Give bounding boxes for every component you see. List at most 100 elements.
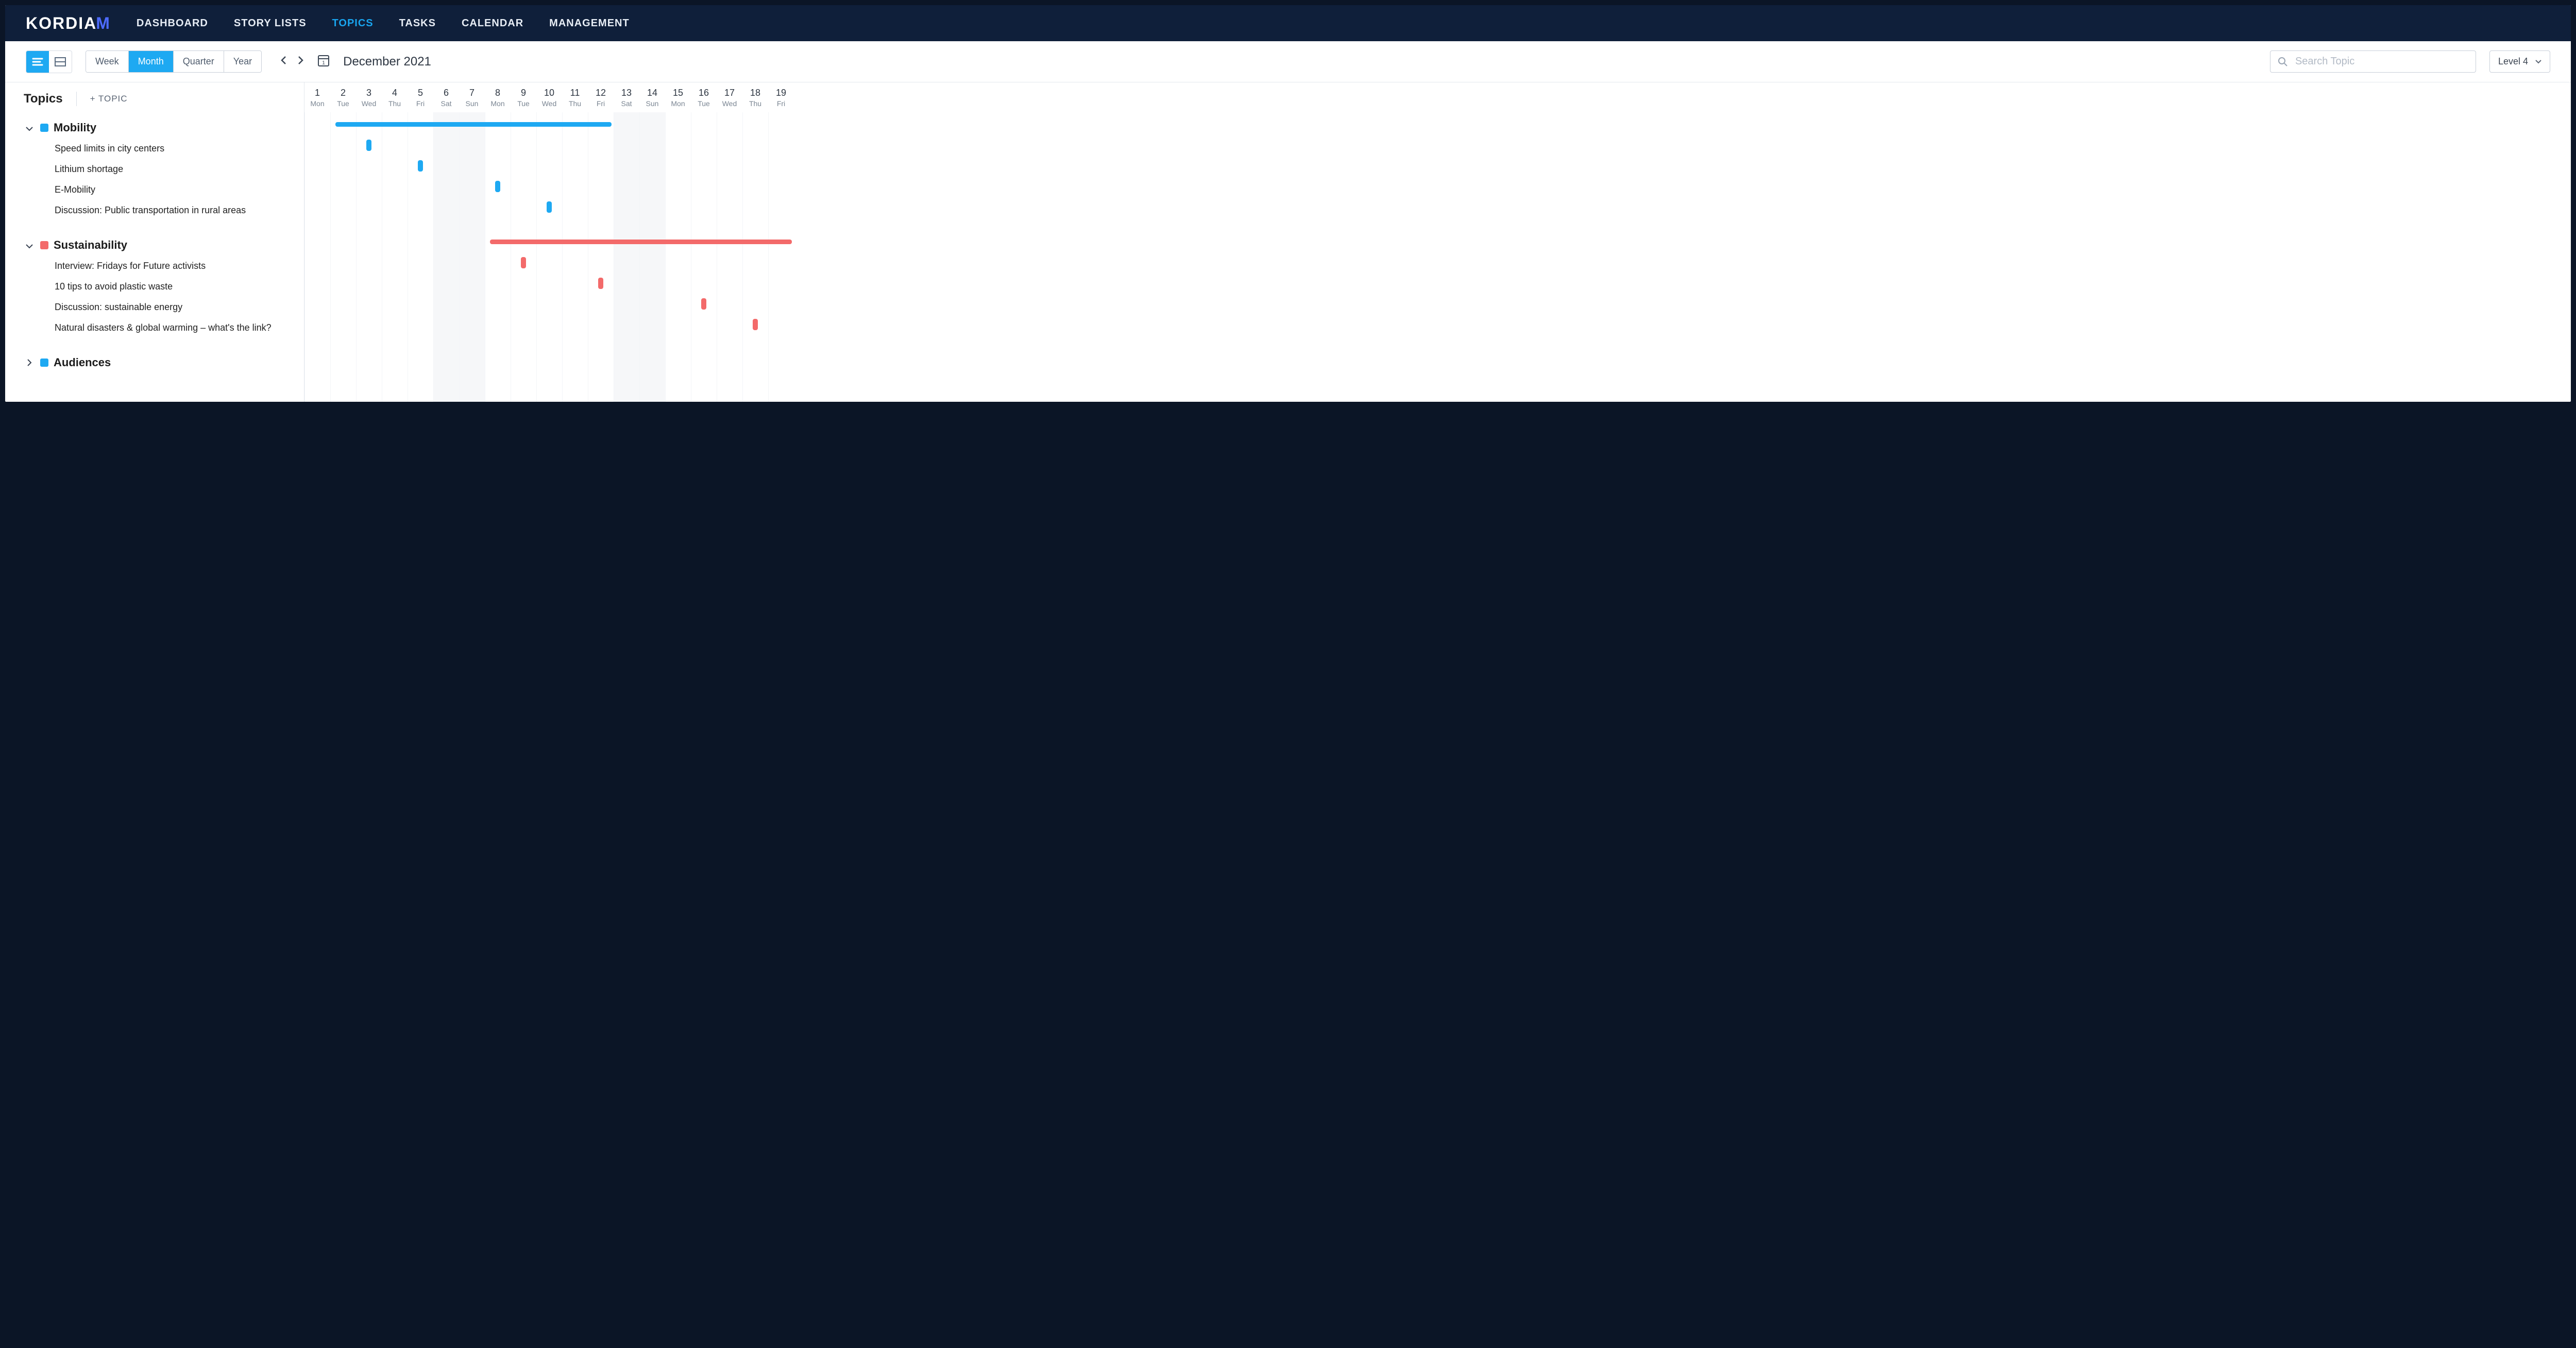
topic-pill[interactable] bbox=[701, 298, 706, 310]
timeline-row bbox=[304, 114, 2571, 135]
timeline: 1Mon2Tue3Wed4Thu5Fri6Sat7Sun8Mon9Tue10We… bbox=[304, 82, 2571, 402]
brand-text-main: KORDIA bbox=[26, 14, 97, 33]
group-color-swatch bbox=[40, 241, 48, 249]
svg-text:1: 1 bbox=[322, 60, 325, 66]
chevron-down-icon bbox=[2535, 60, 2541, 64]
nav-item-story-lists[interactable]: STORY LISTS bbox=[234, 18, 307, 29]
nav-item-dashboard[interactable]: DASHBOARD bbox=[137, 18, 208, 29]
range-week-button[interactable]: Week bbox=[86, 51, 129, 72]
nav-item-topics[interactable]: TOPICS bbox=[332, 18, 374, 29]
topic-sidebar: Topics + TOPIC MobilitySpeed limits in c… bbox=[5, 82, 304, 402]
date-range-toggle: WeekMonthQuarterYear bbox=[86, 50, 262, 73]
range-quarter-button[interactable]: Quarter bbox=[174, 51, 224, 72]
timeline-row bbox=[304, 232, 2571, 252]
view-mode-toggle bbox=[26, 50, 72, 73]
day-number: 17 bbox=[717, 88, 742, 98]
nav-item-tasks[interactable]: TASKS bbox=[399, 18, 436, 29]
search-input[interactable] bbox=[2294, 55, 2468, 68]
timeline-header: 1Mon2Tue3Wed4Thu5Fri6Sat7Sun8Mon9Tue10We… bbox=[304, 82, 2571, 112]
prev-period-button[interactable] bbox=[280, 56, 286, 68]
chevron-left-icon bbox=[280, 56, 286, 65]
topic-pill[interactable] bbox=[753, 319, 758, 330]
timeline-row bbox=[304, 156, 2571, 176]
sidebar-title: Topics bbox=[24, 92, 63, 106]
topic-pill[interactable] bbox=[547, 201, 552, 213]
day-name: Mon bbox=[665, 99, 691, 108]
group-name: Audiences bbox=[54, 356, 111, 369]
day-number: 14 bbox=[639, 88, 665, 98]
day-name: Tue bbox=[511, 99, 536, 108]
nav-item-management[interactable]: MANAGEMENT bbox=[549, 18, 630, 29]
next-period-button[interactable] bbox=[298, 56, 304, 68]
view-mode-list-button[interactable] bbox=[26, 51, 49, 73]
topic-row[interactable]: Discussion: Public transportation in rur… bbox=[24, 200, 294, 220]
day-name: Fri bbox=[588, 99, 614, 108]
list-icon bbox=[32, 57, 43, 66]
topic-row[interactable]: Natural disasters & global warming – wha… bbox=[24, 317, 294, 338]
day-name: Sat bbox=[614, 99, 639, 108]
range-month-button[interactable]: Month bbox=[129, 51, 174, 72]
topic-row[interactable]: Lithium shortage bbox=[24, 159, 294, 179]
topic-row[interactable]: 10 tips to avoid plastic waste bbox=[24, 276, 294, 297]
day-number: 9 bbox=[511, 88, 536, 98]
topic-pill[interactable] bbox=[598, 278, 603, 289]
topic-group-header[interactable]: Sustainability bbox=[24, 235, 294, 255]
topic-row[interactable]: Interview: Fridays for Future activists bbox=[24, 255, 294, 276]
chevron-down-icon bbox=[24, 121, 35, 134]
day-name: Mon bbox=[304, 99, 330, 108]
brand-logo: KORDIAM bbox=[26, 14, 111, 33]
timeline-day-header: 19Fri bbox=[768, 82, 794, 112]
nav-item-calendar[interactable]: CALENDAR bbox=[462, 18, 523, 29]
sidebar-header: Topics + TOPIC bbox=[24, 92, 294, 106]
day-name: Thu bbox=[562, 99, 588, 108]
timeline-day-header: 12Fri bbox=[588, 82, 614, 112]
topic-pill[interactable] bbox=[366, 140, 371, 151]
timeline-day-header: 8Mon bbox=[485, 82, 511, 112]
topic-pill[interactable] bbox=[521, 257, 526, 268]
calendar-today-icon: 1 bbox=[317, 54, 330, 67]
topic-group-header[interactable]: Audiences bbox=[24, 352, 294, 373]
search-icon bbox=[2278, 57, 2288, 67]
search-box[interactable] bbox=[2270, 50, 2476, 73]
timeline-day-header: 5Fri bbox=[408, 82, 433, 112]
timeline-day-header: 1Mon bbox=[304, 82, 330, 112]
add-topic-button[interactable]: + TOPIC bbox=[90, 94, 128, 104]
topic-group-bar[interactable] bbox=[490, 240, 792, 244]
topic-pill[interactable] bbox=[418, 160, 423, 172]
app-window: KORDIAM DASHBOARD STORY LISTS TOPICS TASKS C… bbox=[5, 5, 2571, 402]
timeline-row bbox=[304, 197, 2571, 217]
jump-to-today-button[interactable]: 1 bbox=[317, 54, 330, 70]
timeline-day-header: 2Tue bbox=[330, 82, 356, 112]
table-icon bbox=[55, 57, 66, 66]
timeline-day-header: 4Thu bbox=[382, 82, 408, 112]
view-mode-table-button[interactable] bbox=[49, 51, 72, 73]
day-name: Fri bbox=[768, 99, 794, 108]
timeline-row bbox=[304, 135, 2571, 156]
topic-pill[interactable] bbox=[495, 181, 500, 192]
brand-text-accent: M bbox=[96, 14, 111, 33]
range-year-button[interactable]: Year bbox=[224, 51, 261, 72]
day-number: 10 bbox=[536, 88, 562, 98]
timeline-day-header: 16Tue bbox=[691, 82, 717, 112]
timeline-day-header: 17Wed bbox=[717, 82, 742, 112]
day-name: Thu bbox=[382, 99, 408, 108]
day-name: Wed bbox=[717, 99, 742, 108]
timeline-row bbox=[304, 273, 2571, 294]
day-name: Wed bbox=[356, 99, 382, 108]
content-body: Topics + TOPIC MobilitySpeed limits in c… bbox=[5, 82, 2571, 402]
timeline-day-header: 18Thu bbox=[742, 82, 768, 112]
timeline-day-header: 13Sat bbox=[614, 82, 639, 112]
day-number: 8 bbox=[485, 88, 511, 98]
timeline-day-header: 15Mon bbox=[665, 82, 691, 112]
topic-row[interactable]: E-Mobility bbox=[24, 179, 294, 200]
day-number: 15 bbox=[665, 88, 691, 98]
topic-group-header[interactable]: Mobility bbox=[24, 117, 294, 138]
topic-group-bar[interactable] bbox=[335, 122, 612, 127]
level-select[interactable]: Level 4 bbox=[2489, 50, 2550, 73]
topic-row[interactable]: Speed limits in city centers bbox=[24, 138, 294, 159]
date-nav-arrows bbox=[280, 56, 304, 68]
timeline-day-header: 7Sun bbox=[459, 82, 485, 112]
topic-row[interactable]: Discussion: sustainable energy bbox=[24, 297, 294, 317]
chevron-right-icon bbox=[24, 356, 35, 369]
day-name: Mon bbox=[485, 99, 511, 108]
